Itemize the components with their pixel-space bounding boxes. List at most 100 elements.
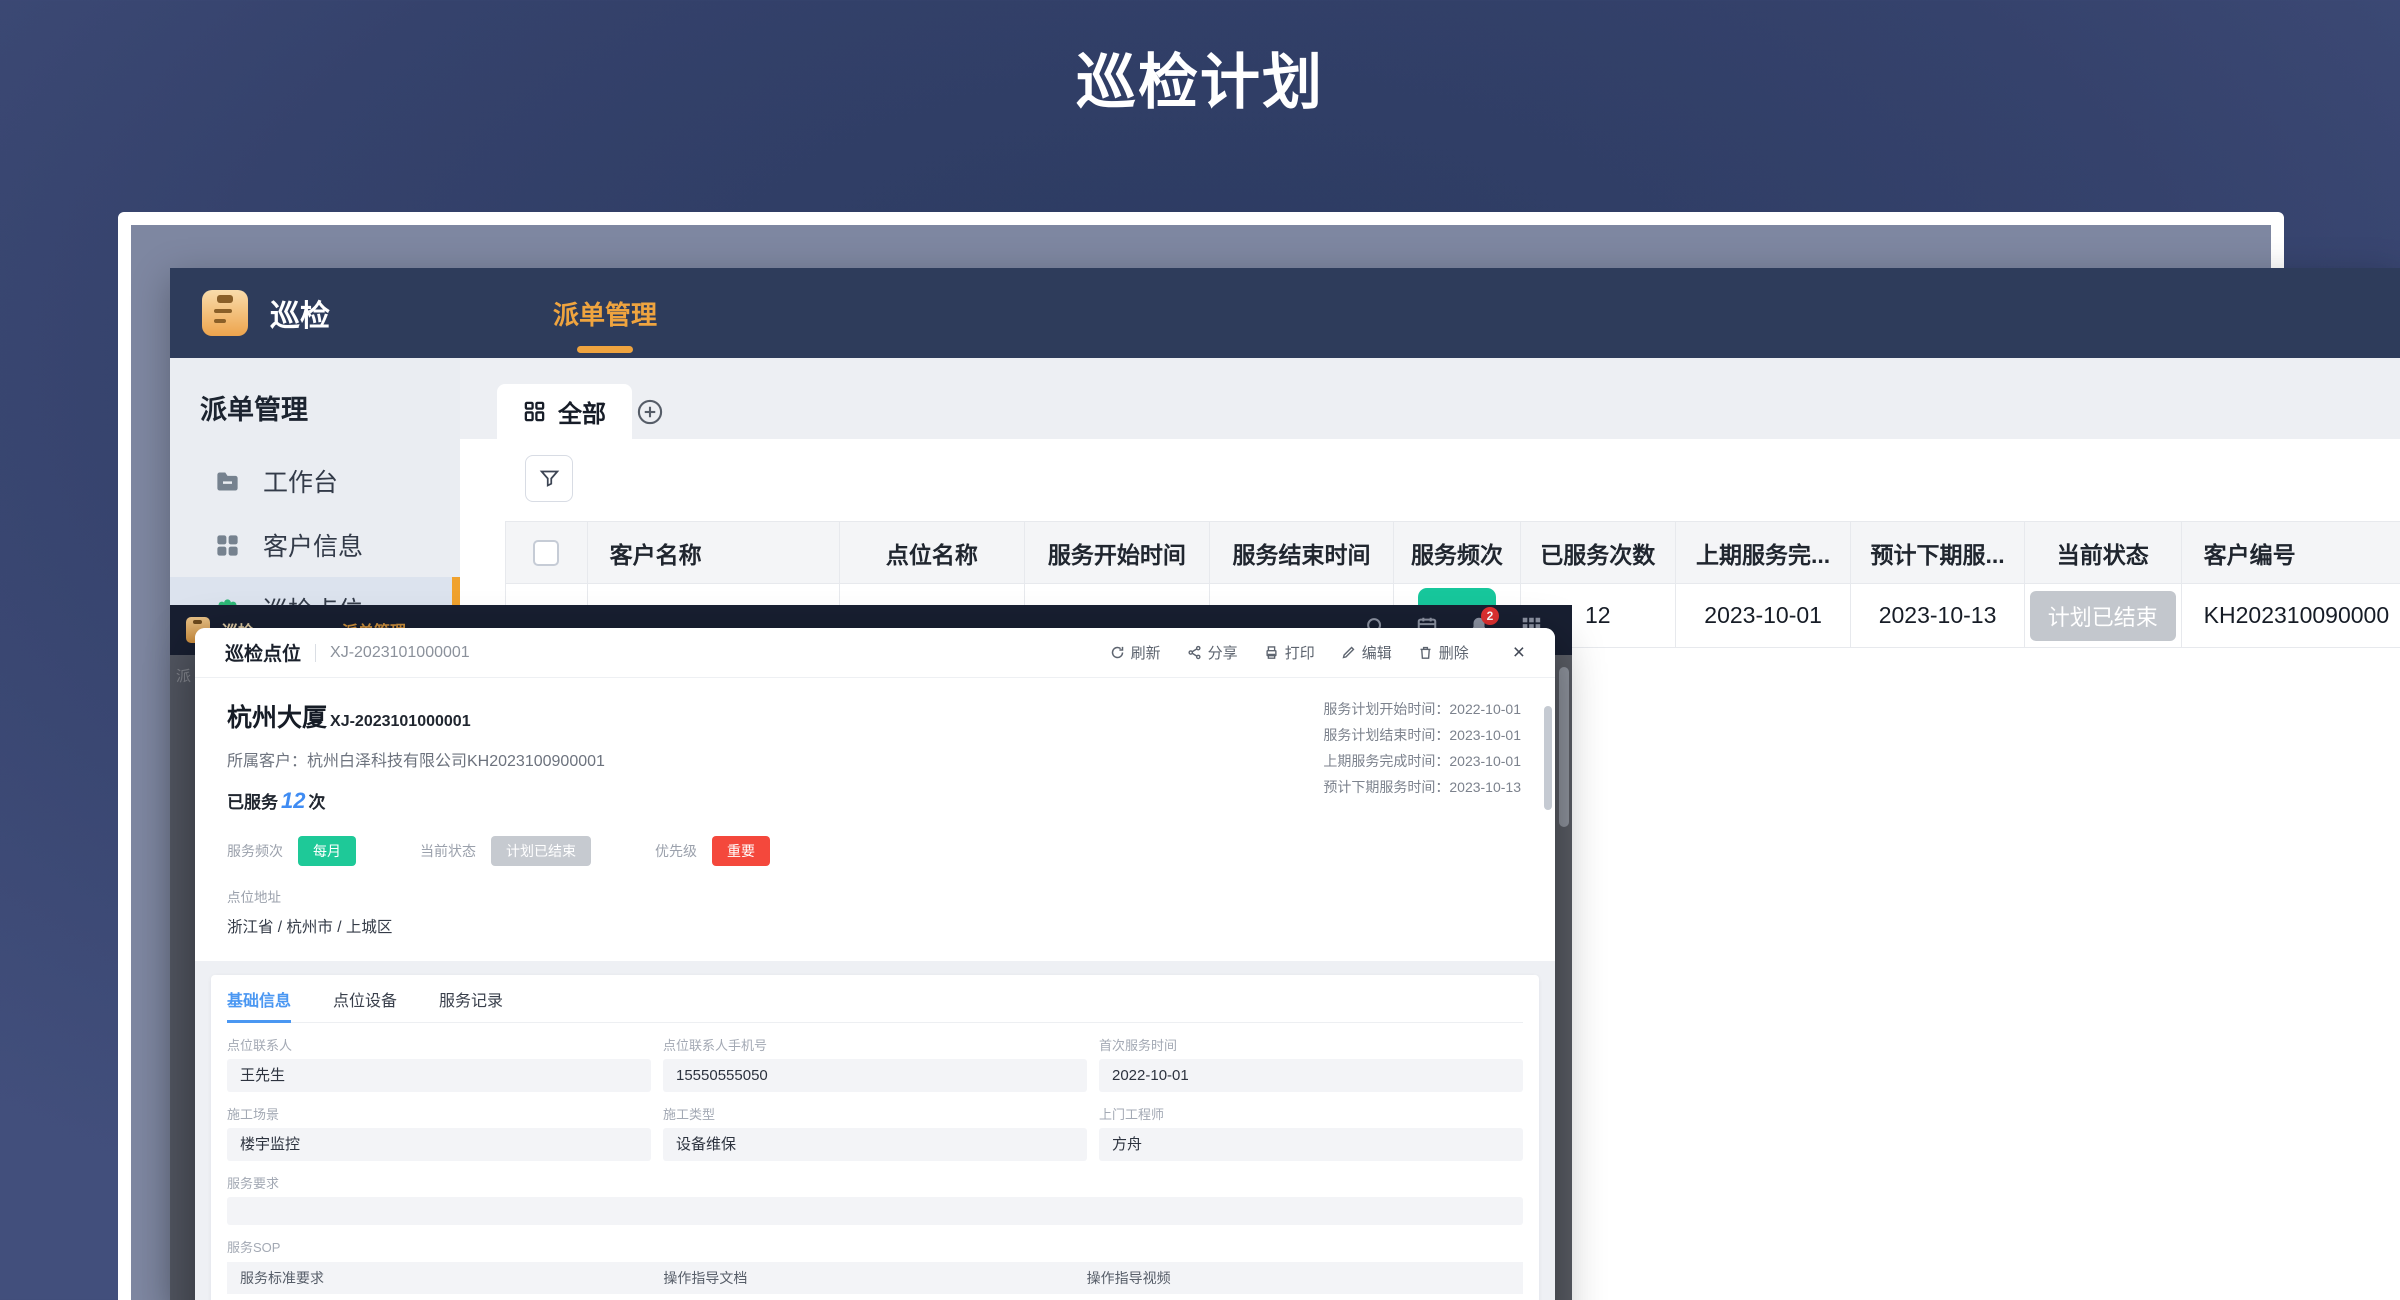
tab-basic-info[interactable]: 基础信息 [227, 987, 291, 1023]
header-checkbox-cell [506, 522, 588, 584]
badge-label: 服务频次 [227, 841, 283, 861]
refresh-icon [1110, 645, 1125, 660]
toolbar-label: 刷新 [1131, 642, 1161, 663]
edit-button[interactable]: 编辑 [1341, 642, 1392, 663]
toolbar-label: 打印 [1285, 642, 1315, 663]
field-value: 15550555050 [663, 1059, 1087, 1092]
filter-button[interactable] [525, 455, 573, 502]
field-label: 上门工程师 [1099, 1104, 1523, 1123]
dialog-title: 巡检点位 [225, 639, 301, 666]
priority-badge: 重要 [712, 836, 770, 866]
col-header: 已服务次数 [1520, 522, 1675, 584]
cell-next-service: 2023-10-13 [1851, 584, 2025, 648]
col-header: 客户编号 [2181, 522, 2400, 584]
field-value: 设备维保 [663, 1128, 1087, 1161]
overlay-sidebar-sliver: 派 [170, 655, 196, 1300]
toolbar-label: 分享 [1208, 642, 1238, 663]
form-field: 施工场景楼宇监控 [227, 1092, 651, 1161]
field-label: 施工场景 [227, 1104, 651, 1123]
print-icon [1264, 645, 1279, 660]
share-icon [1187, 645, 1202, 660]
col-header: 客户名称 [587, 522, 839, 584]
cell-status: 计划已结束 [2024, 584, 2181, 648]
sop-col-header: 操作指导文档 [663, 1268, 1086, 1288]
dialog-scrollbar[interactable] [1544, 706, 1552, 810]
close-icon[interactable]: × [1513, 641, 1525, 665]
field-label: 点位联系人 [227, 1035, 651, 1054]
sidebar-item-customers[interactable]: 客户信息 [170, 513, 460, 577]
field-value: 2022-10-01 [1099, 1059, 1523, 1092]
point-code: XJ-2023101000001 [330, 713, 471, 730]
tab-service-records[interactable]: 服务记录 [439, 987, 503, 1022]
status-badge: 计划已结束 [2030, 591, 2176, 641]
refresh-button[interactable]: 刷新 [1110, 642, 1161, 663]
delete-icon [1418, 645, 1433, 660]
sop-empty-state: 暂无数据 [227, 1294, 1523, 1300]
col-header: 当前状态 [2024, 522, 2181, 584]
col-header: 服务频次 [1394, 522, 1520, 584]
col-header: 服务结束时间 [1209, 522, 1394, 584]
main-navbar: 巡检 派单管理 [170, 268, 2400, 358]
schedule-label: 预计下期服务时间： [1323, 779, 1449, 795]
badge-label: 当前状态 [420, 841, 476, 861]
schedule-label: 上期服务完成时间： [1323, 753, 1449, 769]
page-title: 巡检计划 [0, 34, 2400, 121]
detail-card: 基础信息 点位设备 服务记录 点位联系人王先生 点位联系人手机号15550555… [211, 975, 1539, 1300]
address-label: 点位地址 [227, 886, 1523, 906]
view-grid-icon [523, 400, 546, 423]
schedule-value: 2023-10-01 [1449, 727, 1521, 743]
plus-icon [636, 398, 664, 426]
address-value: 浙江省 / 杭州市 / 上城区 [227, 915, 1523, 937]
tab-point-devices[interactable]: 点位设备 [333, 987, 397, 1022]
title-divider [315, 644, 316, 662]
badge-row: 服务频次 每月 当前状态 计划已结束 优先级 重要 [227, 836, 1523, 866]
served-prefix: 已服务 [227, 793, 278, 812]
overlay-scrollbar[interactable] [1559, 667, 1569, 827]
point-name: 杭州大厦 [227, 704, 327, 732]
dialog-header: 巡检点位 XJ-2023101000001 刷新 分享 打印 编辑 删除 × [195, 628, 1555, 678]
form-field: 上门工程师方舟 [1099, 1092, 1523, 1161]
col-header: 点位名称 [839, 522, 1024, 584]
sidebar-item-label: 客户信息 [263, 527, 363, 563]
active-nav-underline [577, 346, 633, 353]
toolbar-label: 删除 [1439, 642, 1469, 663]
form-grid-row-1: 点位联系人王先生 点位联系人手机号15550555050 首次服务时间2022-… [227, 1023, 1523, 1092]
detail-tabs: 基础信息 点位设备 服务记录 [227, 987, 1523, 1023]
print-button[interactable]: 打印 [1264, 642, 1315, 663]
schedule-line: 服务计划开始时间：2022-10-01 [1323, 696, 1521, 722]
service-schedule: 服务计划开始时间：2022-10-01 服务计划结束时间：2023-10-01 … [1323, 696, 1521, 800]
filter-funnel-icon [539, 468, 560, 489]
sidebar-header: 派单管理 [170, 358, 460, 449]
sop-col-header: 服务标准要求 [240, 1268, 663, 1288]
nav-item-label: 派单管理 [553, 295, 657, 332]
frequency-badge: 每月 [298, 836, 356, 866]
nav-item-dispatch[interactable]: 派单管理 [553, 268, 657, 358]
form-field: 点位联系人王先生 [227, 1023, 651, 1092]
schedule-line: 服务计划结束时间：2023-10-01 [1323, 722, 1521, 748]
folder-icon [214, 468, 241, 495]
notification-badge: 2 [1481, 607, 1499, 625]
field-value: 方舟 [1099, 1128, 1523, 1161]
schedule-value: 2023-10-13 [1449, 779, 1521, 795]
delete-button[interactable]: 删除 [1418, 642, 1469, 663]
sop-col-header: 操作指导视频 [1087, 1268, 1510, 1288]
toolbar-label: 编辑 [1362, 642, 1392, 663]
status-badge: 计划已结束 [491, 836, 591, 866]
sop-table-header: 服务标准要求 操作指导文档 操作指导视频 [227, 1262, 1523, 1294]
record-code: XJ-2023101000001 [330, 644, 470, 662]
add-view-button[interactable] [636, 398, 664, 426]
select-all-checkbox[interactable] [533, 540, 559, 566]
col-header: 服务开始时间 [1025, 522, 1210, 584]
field-label: 施工类型 [663, 1104, 1087, 1123]
tab-all[interactable]: 全部 [497, 384, 632, 439]
dialog-info-section: 杭州大厦XJ-2023101000001 所属客户：杭州白泽科技有限公司KH20… [195, 678, 1555, 961]
schedule-label: 服务计划结束时间： [1323, 727, 1449, 743]
share-button[interactable]: 分享 [1187, 642, 1238, 663]
cell-customer-code: KH202310090000 [2181, 584, 2400, 648]
tab-all-label: 全部 [558, 394, 606, 429]
col-header: 预计下期服... [1851, 522, 2025, 584]
sidebar-item-workbench[interactable]: 工作台 [170, 449, 460, 513]
form-grid-row-2: 施工场景楼宇监控 施工类型设备维保 上门工程师方舟 [227, 1092, 1523, 1161]
table-header-row: 客户名称 点位名称 服务开始时间 服务结束时间 服务频次 已服务次数 上期服务完… [506, 522, 2400, 584]
app-name: 巡检 [270, 291, 330, 335]
